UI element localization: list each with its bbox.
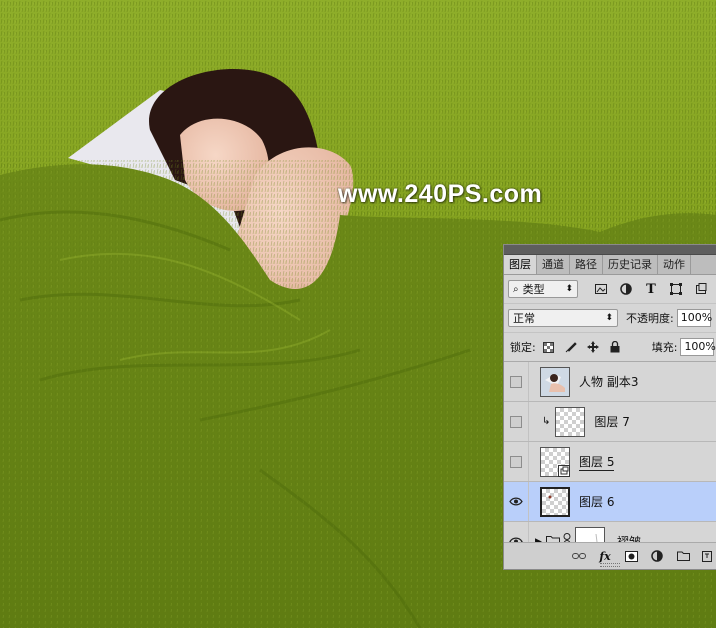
text-filter-icon[interactable]: T — [644, 282, 658, 297]
tab-actions[interactable]: 动作 — [658, 255, 691, 274]
smart-object-badge-icon — [558, 464, 570, 477]
image-filter-icon[interactable] — [594, 282, 608, 296]
lock-position-icon[interactable] — [586, 340, 600, 354]
visibility-toggle[interactable] — [504, 362, 529, 401]
layers-panel: 图层 通道 路径 历史记录 动作 ⌕ 类型 ⬍ T 正常 ⬍ 不透明度: 100 — [503, 244, 716, 570]
hidden-box-icon — [510, 415, 522, 428]
tab-paths[interactable]: 路径 — [570, 255, 603, 274]
updown-arrow-icon: ⬍ — [565, 284, 573, 294]
filter-type-label: 类型 — [522, 283, 545, 296]
smart-object-filter-icon[interactable] — [694, 282, 708, 296]
updown-arrow-icon: ⬍ — [605, 313, 613, 323]
link-icon[interactable] — [572, 549, 586, 563]
lock-transparent-icon[interactable] — [542, 340, 556, 354]
layer-name: 人物 副本3 — [579, 375, 639, 389]
lock-label: 锁定: — [510, 341, 536, 354]
visibility-toggle[interactable] — [504, 402, 529, 441]
opacity-input[interactable]: 100% — [676, 309, 712, 327]
shape-filter-icon[interactable] — [669, 282, 683, 296]
lock-row: 锁定: 填充: 100% — [504, 332, 716, 362]
tab-history[interactable]: 历史记录 — [603, 255, 658, 274]
blend-mode-select[interactable]: 正常 ⬍ — [508, 309, 618, 327]
lock-image-icon[interactable] — [564, 340, 578, 354]
watermark-text: www.240PS.com — [338, 180, 543, 208]
layer-thumbnail — [555, 406, 586, 437]
fill-label: 填充: — [651, 341, 678, 354]
tab-layers[interactable]: 图层 — [504, 255, 537, 274]
blend-row: 正常 ⬍ 不透明度: 100% — [504, 303, 716, 332]
folder-icon[interactable] — [676, 549, 690, 563]
new-layer-icon[interactable] — [700, 549, 714, 563]
adjustment-icon[interactable] — [650, 549, 664, 563]
layer-row-selected[interactable]: 图层 6 — [504, 482, 716, 522]
visibility-toggle[interactable] — [504, 482, 529, 521]
panel-title-strip[interactable] — [504, 245, 716, 255]
filter-row: ⌕ 类型 ⬍ T — [504, 275, 716, 303]
hidden-box-icon — [510, 375, 522, 388]
blend-mode-label: 正常 — [513, 312, 535, 325]
tab-channels[interactable]: 通道 — [537, 255, 570, 274]
mask-icon[interactable] — [624, 549, 638, 563]
layer-name: 图层 6 — [579, 495, 615, 509]
layer-row[interactable]: 图层 5 — [504, 442, 716, 482]
filter-type-select[interactable]: ⌕ 类型 ⬍ — [508, 280, 578, 298]
fx-icon[interactable]: fx — [598, 549, 612, 563]
visibility-toggle[interactable] — [504, 442, 529, 481]
layer-name: 图层 7 — [594, 415, 630, 429]
layer-thumbnail — [540, 446, 570, 477]
layer-row[interactable]: ↳ 图层 7 — [504, 402, 716, 442]
clipping-arrow-icon: ↳ — [542, 416, 551, 427]
layer-name: 图层 5 — [579, 454, 615, 471]
layer-thumbnail — [540, 366, 570, 397]
lock-all-icon[interactable] — [608, 340, 622, 354]
adjustment-filter-icon[interactable] — [619, 282, 633, 296]
panel-bottom-bar: fx — [504, 542, 716, 569]
search-icon: ⌕ — [513, 283, 519, 295]
fill-input[interactable]: 100% — [680, 338, 716, 356]
panel-tabs: 图层 通道 路径 历史记录 动作 — [504, 255, 716, 275]
resize-grip[interactable] — [600, 563, 620, 567]
hidden-box-icon — [510, 455, 522, 468]
opacity-label: 不透明度: — [626, 312, 674, 325]
eye-icon — [509, 497, 523, 506]
layer-row[interactable]: 人物 副本3 — [504, 362, 716, 402]
layer-thumbnail — [540, 486, 570, 517]
